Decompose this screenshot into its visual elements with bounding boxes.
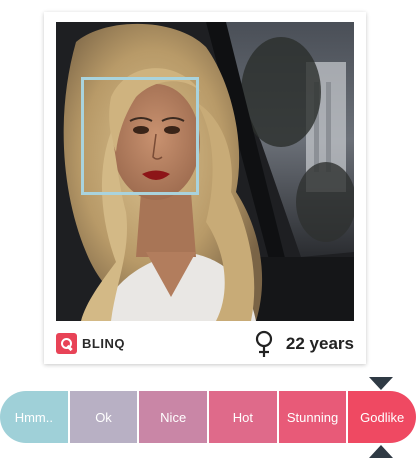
blinq-search-logo-icon	[56, 333, 77, 354]
female-symbol-icon	[255, 330, 273, 357]
selection-pointer-top	[369, 377, 393, 390]
card-footer: BLINQ 22 years	[56, 330, 354, 358]
brand-name: BLINQ	[82, 336, 125, 351]
rating-option-hmm[interactable]: Hmm..	[0, 391, 70, 443]
rating-scale: Hmm.. Ok Nice Hot Stunning Godlike	[0, 391, 416, 443]
rating-option-ok[interactable]: Ok	[69, 391, 140, 443]
rating-option-hot[interactable]: Hot	[209, 391, 279, 443]
face-detection-box	[81, 77, 199, 195]
rating-option-nice[interactable]: Nice	[139, 391, 210, 443]
rating-screen: BLINQ 22 years Hmm.. Ok Nice Hot Stunning God…	[0, 0, 419, 469]
age-label: 22 years	[285, 334, 354, 353]
rating-option-stunning[interactable]: Stunning	[278, 391, 349, 443]
age-info: 22 years	[252, 330, 354, 358]
selection-pointer-bottom	[369, 445, 393, 458]
profile-card: BLINQ 22 years	[44, 12, 366, 364]
brand: BLINQ	[56, 333, 125, 354]
profile-photo	[56, 22, 354, 321]
rating-option-godlike[interactable]: Godlike	[348, 391, 416, 443]
